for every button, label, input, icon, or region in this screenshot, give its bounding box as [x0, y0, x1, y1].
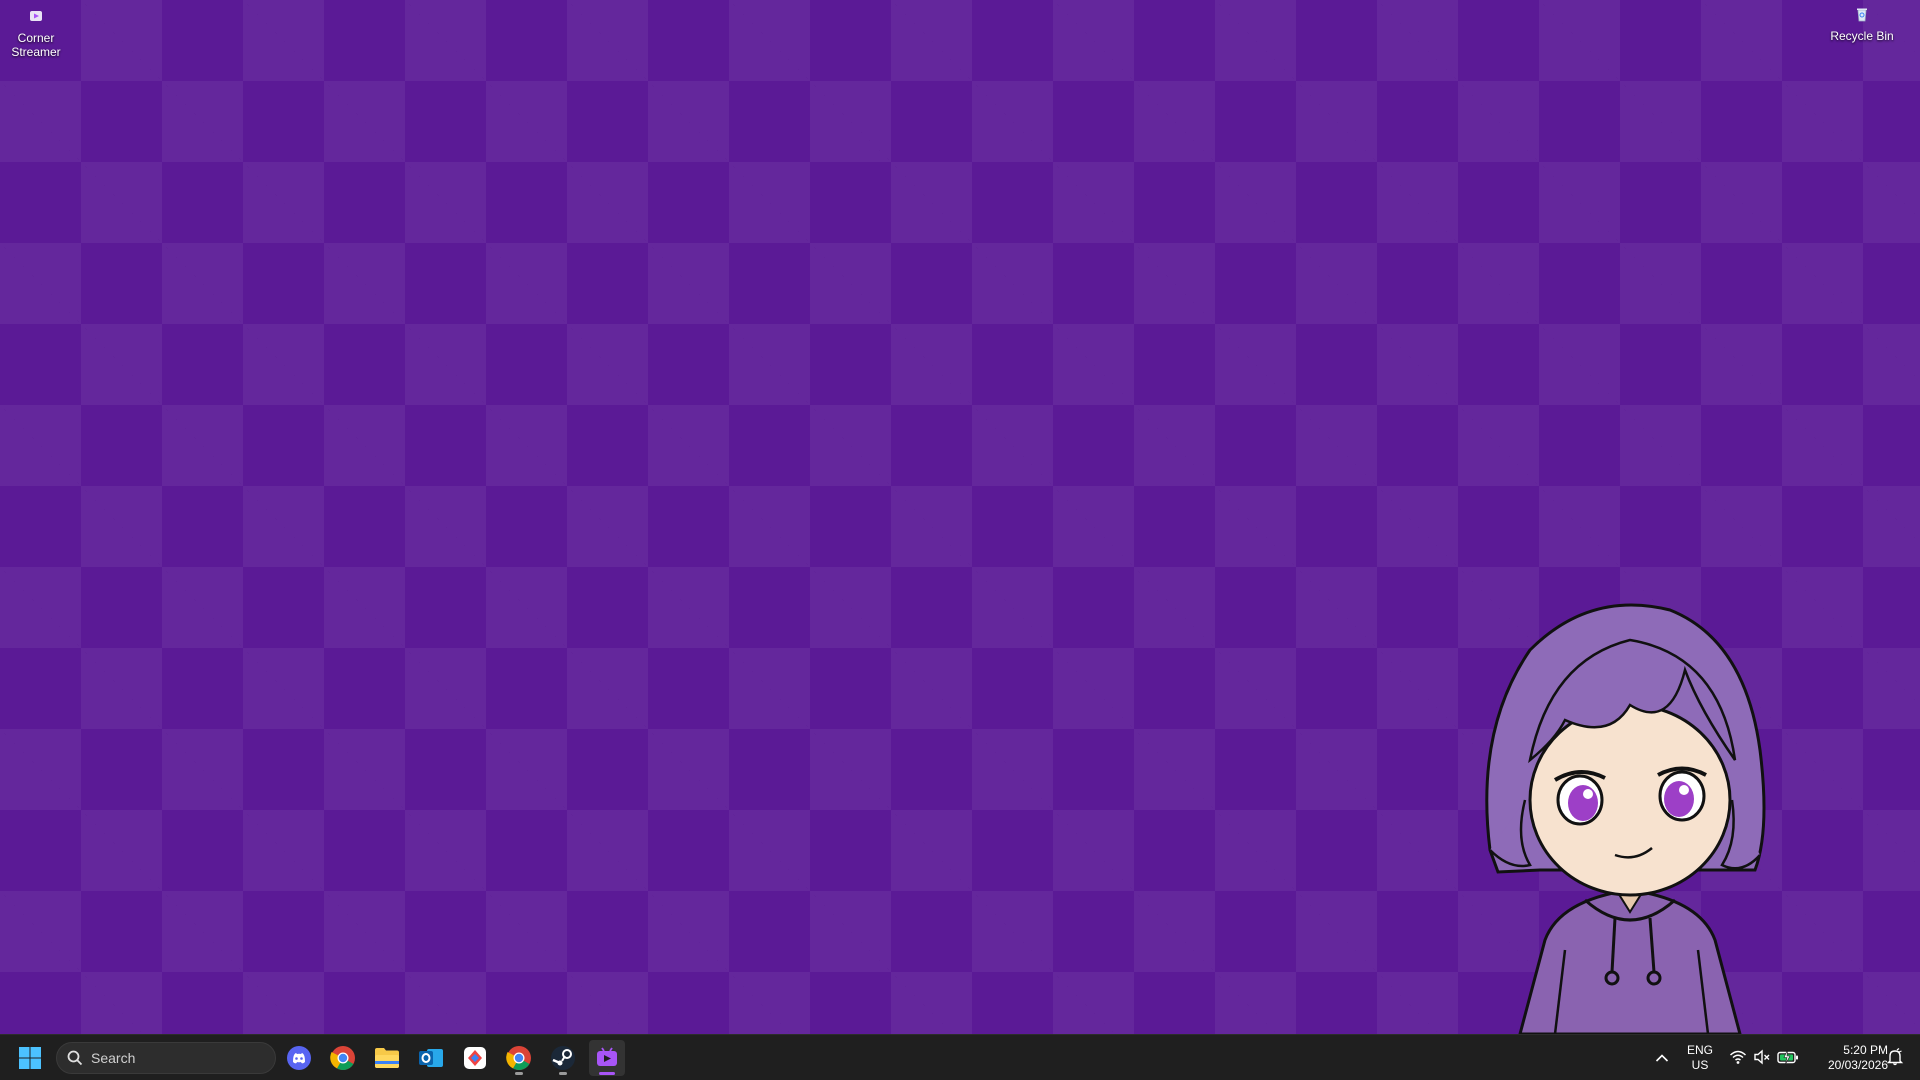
start-button[interactable]: [12, 1040, 48, 1076]
recycle-bin-desktop-icon[interactable]: Recycle Bin: [1822, 6, 1902, 43]
file-explorer-icon: [375, 1048, 399, 1068]
volume-muted-icon[interactable]: [1753, 1048, 1771, 1066]
recycle-bin-icon: [1857, 8, 1867, 22]
chrome-alt-icon: [506, 1046, 531, 1071]
app-icon: [464, 1047, 486, 1069]
running-indicator: [559, 1072, 567, 1075]
search-icon: [67, 1050, 83, 1066]
taskbar-chrome-alt[interactable]: [501, 1040, 537, 1076]
corner-streamer-desktop-icon[interactable]: Corner Streamer: [0, 8, 76, 59]
clock-date: 20/03/2026: [1827, 1058, 1888, 1072]
corner-streamer-taskbar-icon: [597, 1047, 617, 1066]
clock-time: 5:20 PM: [1843, 1043, 1888, 1057]
desktop-icon-label: Corner Streamer: [11, 31, 61, 59]
clock[interactable]: 5:20 PM 20/03/2026: [1806, 1043, 1888, 1073]
taskbar-file-explorer[interactable]: [369, 1040, 405, 1076]
wifi-icon[interactable]: [1729, 1048, 1747, 1066]
taskbar-chrome[interactable]: [325, 1040, 361, 1076]
chrome-icon: [330, 1046, 355, 1071]
battery-charging-icon[interactable]: [1777, 1049, 1799, 1065]
taskbar-outlook[interactable]: [413, 1040, 449, 1076]
taskbar-corner-streamer[interactable]: [589, 1040, 625, 1076]
search-placeholder: Search: [91, 1050, 136, 1066]
show-hidden-icons-button[interactable]: [1644, 1040, 1680, 1076]
active-window-indicator: [599, 1072, 615, 1075]
notification-bell-icon[interactable]: [1886, 1048, 1904, 1066]
outlook-icon: [419, 1049, 443, 1067]
desktop-icon-label: Recycle Bin: [1830, 29, 1894, 43]
anime-character-overlay: [1485, 603, 1766, 1034]
taskbar-steam[interactable]: [545, 1040, 581, 1076]
discord-icon: [287, 1046, 311, 1070]
taskbar-discord[interactable]: [281, 1040, 317, 1076]
steam-icon: [551, 1046, 575, 1070]
language-code: ENG: [1686, 1043, 1713, 1057]
windows-start-icon: [19, 1047, 41, 1069]
taskbar-app[interactable]: [457, 1040, 493, 1076]
input-language-indicator[interactable]: ENG US: [1684, 1043, 1716, 1073]
keyboard-layout: US: [1691, 1058, 1709, 1072]
corner-streamer-icon: [30, 11, 42, 21]
chevron-up-icon: [1655, 1054, 1669, 1062]
taskbar-search-box[interactable]: Search: [56, 1042, 276, 1074]
running-indicator: [515, 1072, 523, 1075]
desktop: Corner Streamer Recycle Bin: [0, 0, 1920, 1034]
taskbar: Search ENG US 5:20 PM 20/03/2026: [0, 1034, 1920, 1080]
